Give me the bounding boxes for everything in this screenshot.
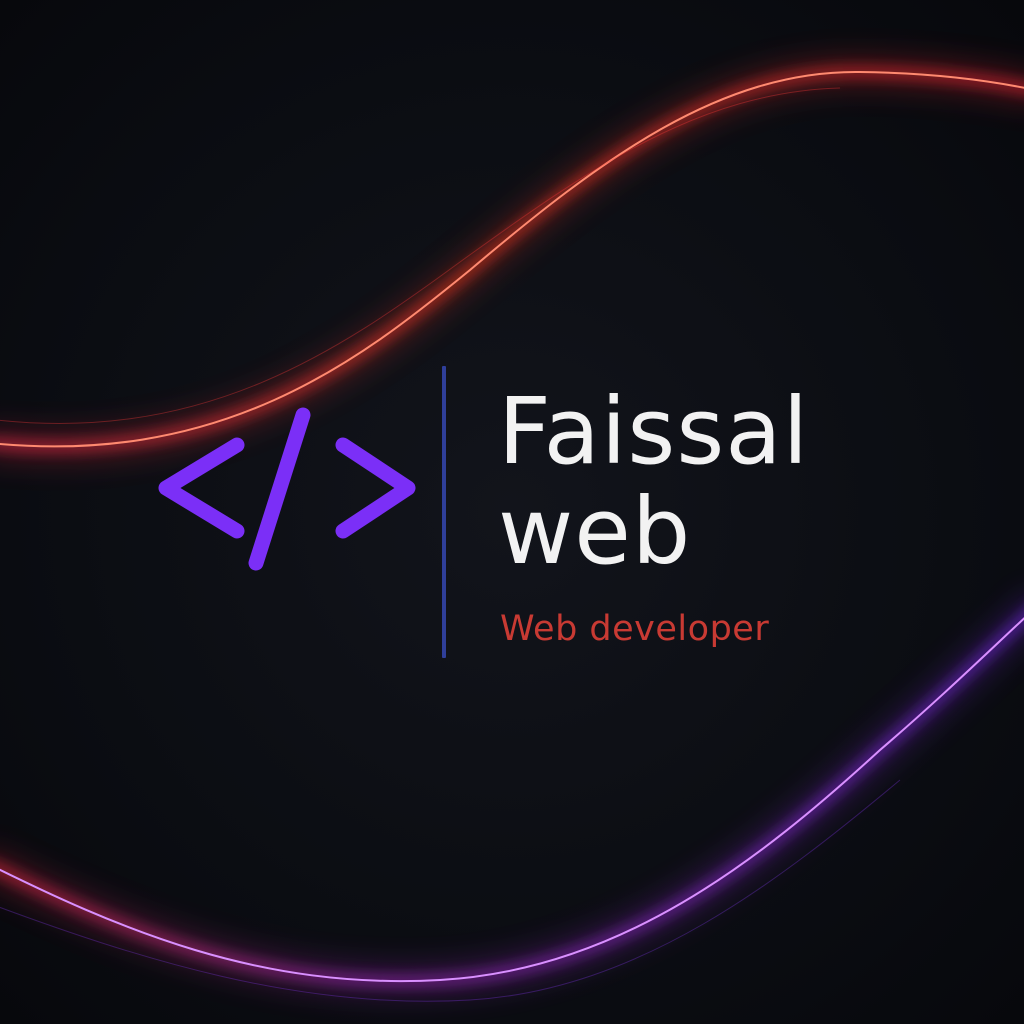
vertical-divider [442, 366, 446, 658]
tagline: Web developer [500, 609, 770, 649]
brand-name-line1: Faissal [498, 378, 810, 485]
brand-name: Faissal web [498, 382, 998, 582]
code-brackets-icon [158, 407, 416, 571]
logo-canvas: Faissal web Web developer [0, 0, 1024, 1024]
bottom-wave [0, 603, 1024, 1002]
brand-name-line2: web [498, 478, 692, 585]
